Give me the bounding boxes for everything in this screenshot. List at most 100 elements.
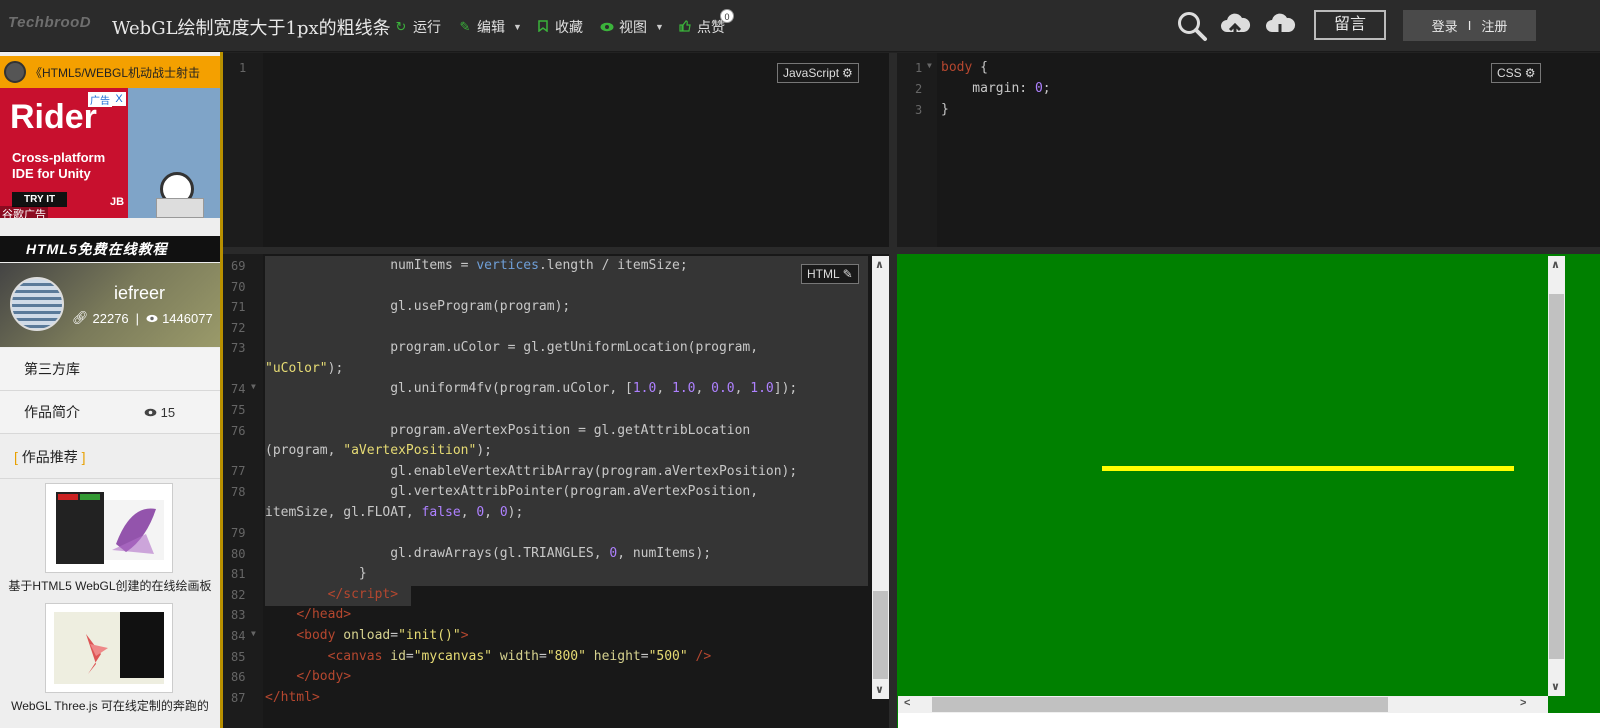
js-settings-button[interactable]: JavaScript ⚙ — [777, 63, 859, 83]
scroll-up-icon[interactable]: ∧ — [1551, 258, 1560, 271]
run-button[interactable]: ↻ 运行 — [394, 17, 441, 37]
scroll-right-icon[interactable]: > — [1520, 697, 1526, 709]
gear-icon: ⚙ — [1524, 66, 1536, 80]
recommend-title: [ 作品推荐 ] — [0, 435, 220, 479]
html-line-number: 81 — [231, 567, 246, 581]
preview-horizontal-scrollbar[interactable]: < > — [898, 696, 1548, 713]
recommend-thumb-1[interactable] — [45, 483, 173, 573]
preview-canvas[interactable] — [897, 254, 1600, 728]
html-line-number: 69 — [231, 259, 246, 273]
user-card: iefreer 🔗︎ 22276 | 1446077 — [0, 263, 220, 347]
html-line-number: 73 — [231, 341, 246, 355]
css-line-number: 1 — [915, 61, 923, 75]
rendered-thick-line — [1102, 466, 1514, 471]
html-code-line: numItems = vertices.length / itemSize; — [390, 258, 688, 273]
html-settings-button[interactable]: HTML ✎ — [801, 264, 859, 284]
fold-icon[interactable]: ▼ — [927, 61, 932, 70]
like-count-badge: 0 — [720, 9, 734, 23]
html-code-line: program.uColor = gl.getUniformLocation(p… — [265, 340, 759, 355]
like-button[interactable]: 点赞 — [678, 17, 725, 37]
gear-icon: ⚙ — [842, 66, 853, 80]
recommend-caption-2[interactable]: WebGL Three.js 可在线定制的奔跑的 — [0, 697, 220, 714]
tutorial-banner[interactable]: HTML5免费在线教程 — [0, 236, 220, 262]
css-editor[interactable]: 1 ▼ 2 3 body { margin: 0; } CSS ⚙ — [897, 53, 1600, 247]
js-editor[interactable]: 1 JavaScript ⚙ — [223, 53, 889, 247]
html-code-line: gl.enableVertexAttribArray(program.aVert… — [265, 464, 798, 479]
html-line-number: 72 — [231, 321, 246, 335]
sidebar: 《HTML5/WEBGL机动战士射击 Rider Cross-platform … — [0, 52, 220, 728]
html-code-line: program.aVertexPosition = gl.getAttribLo… — [265, 423, 751, 438]
vertical-splitter[interactable] — [889, 53, 897, 728]
html-code-line: gl.vertexAttribPointer(program.aVertexPo… — [265, 484, 759, 499]
eye-icon — [600, 20, 614, 35]
scroll-up-icon[interactable]: ∧ — [875, 258, 884, 271]
top-bar: TechbrooD WebGL绘制宽度大于1px的粗线条 ↻ 运行 ✎ 编辑 ▼… — [0, 0, 1600, 52]
scrollbar-thumb[interactable] — [873, 591, 888, 679]
ad-cta[interactable]: TRY IT — [12, 192, 68, 207]
html-code-line: } — [265, 566, 367, 581]
avatar[interactable] — [10, 277, 64, 331]
message-button[interactable]: 留言 — [1314, 10, 1386, 40]
scrollbar-thumb[interactable] — [932, 697, 1388, 712]
html-line-number: 79 — [231, 526, 246, 540]
recommend-thumb-2[interactable] — [45, 603, 173, 693]
css-line-number: 2 — [915, 82, 923, 96]
fold-icon[interactable]: ▼ — [251, 629, 256, 638]
sidebar-top-link[interactable]: 《HTML5/WEBGL机动战士射击 — [0, 56, 220, 88]
site-logo[interactable]: TechbrooD — [8, 14, 91, 31]
login-link[interactable]: 登录 — [1432, 16, 1458, 35]
html-line-number: 76 — [231, 424, 246, 438]
html-line-number: 86 — [231, 670, 246, 684]
user-name[interactable]: iefreer — [114, 283, 165, 304]
favorite-button[interactable]: 收藏 — [536, 17, 583, 37]
edit-icon: ✎ — [459, 19, 471, 34]
edit-menu[interactable]: ✎ 编辑 ▼ — [458, 17, 522, 37]
css-code-line: body { — [941, 60, 988, 75]
ad-close-icon[interactable]: X — [112, 92, 126, 106]
separator: I — [1467, 18, 1472, 33]
html-code-line: gl.drawArrays(gl.TRIANGLES, 0, numItems)… — [265, 546, 712, 561]
user-stats: 🔗︎ 22276 | 1446077 — [72, 310, 213, 326]
html-code-line: "uColor"); — [265, 361, 344, 376]
css-code-line: } — [941, 102, 949, 117]
register-link[interactable]: 注册 — [1481, 16, 1507, 35]
scroll-down-icon[interactable]: ∨ — [875, 683, 884, 696]
caret-down-icon: ▼ — [655, 22, 664, 32]
html-code-line: </script> — [327, 587, 399, 602]
page-title: WebGL绘制宽度大于1px的粗线条 — [112, 18, 391, 39]
html-line-number: 75 — [231, 403, 246, 417]
ad-subtitle: Cross-platform IDE for Unity — [12, 150, 106, 181]
html-code-line: itemSize, gl.FLOAT, false, 0, 0); — [265, 505, 524, 520]
ad-banner[interactable]: Rider Cross-platform IDE for Unity TRY I… — [0, 88, 220, 218]
search-icon[interactable] — [1176, 10, 1208, 47]
html-line-number: 87 — [231, 691, 246, 705]
html-editor[interactable]: 69 70 71 72 73 74 ▼ 75 76 77 78 79 80 81… — [223, 254, 889, 728]
scroll-down-icon[interactable]: ∨ — [1551, 680, 1560, 693]
css-line-number: 3 — [915, 103, 923, 117]
scrollbar-thumb[interactable] — [1549, 294, 1564, 659]
recommend-caption-1[interactable]: 基于HTML5 WebGL创建的在线绘画板 — [0, 577, 220, 594]
horizontal-splitter[interactable] — [223, 247, 1600, 254]
ad-source: 谷歌广告 — [0, 206, 48, 218]
cloud-download-icon[interactable] — [1264, 10, 1296, 47]
html-line-number: 74 — [231, 382, 246, 396]
menu-third-party[interactable]: 第三方库 — [0, 348, 220, 391]
html-editor-scrollbar[interactable]: ∧ ∨ — [872, 256, 889, 699]
preview-vertical-scrollbar[interactable]: ∧ ∨ — [1548, 256, 1565, 696]
html-line-number: 83 — [231, 608, 246, 622]
fold-icon[interactable]: ▼ — [251, 382, 256, 391]
css-code-line: margin: 0; — [941, 81, 1051, 96]
html-line-number: 77 — [231, 464, 246, 478]
pencil-icon: ✎ — [842, 267, 853, 281]
css-settings-button[interactable]: CSS ⚙ — [1491, 63, 1542, 83]
intro-views: 15 — [144, 391, 175, 434]
scroll-left-icon[interactable]: < — [904, 697, 910, 709]
cloud-upload-icon[interactable] — [1219, 10, 1251, 47]
view-menu[interactable]: 视图 ▼ — [600, 17, 664, 37]
bottom-strip — [898, 713, 1600, 728]
refresh-icon: ↻ — [395, 19, 407, 34]
menu-intro[interactable]: 作品简介 15 — [0, 391, 220, 434]
html-line-number: 70 — [231, 280, 246, 294]
link-icon: 🔗︎ — [72, 310, 89, 325]
eye-icon — [146, 311, 158, 326]
